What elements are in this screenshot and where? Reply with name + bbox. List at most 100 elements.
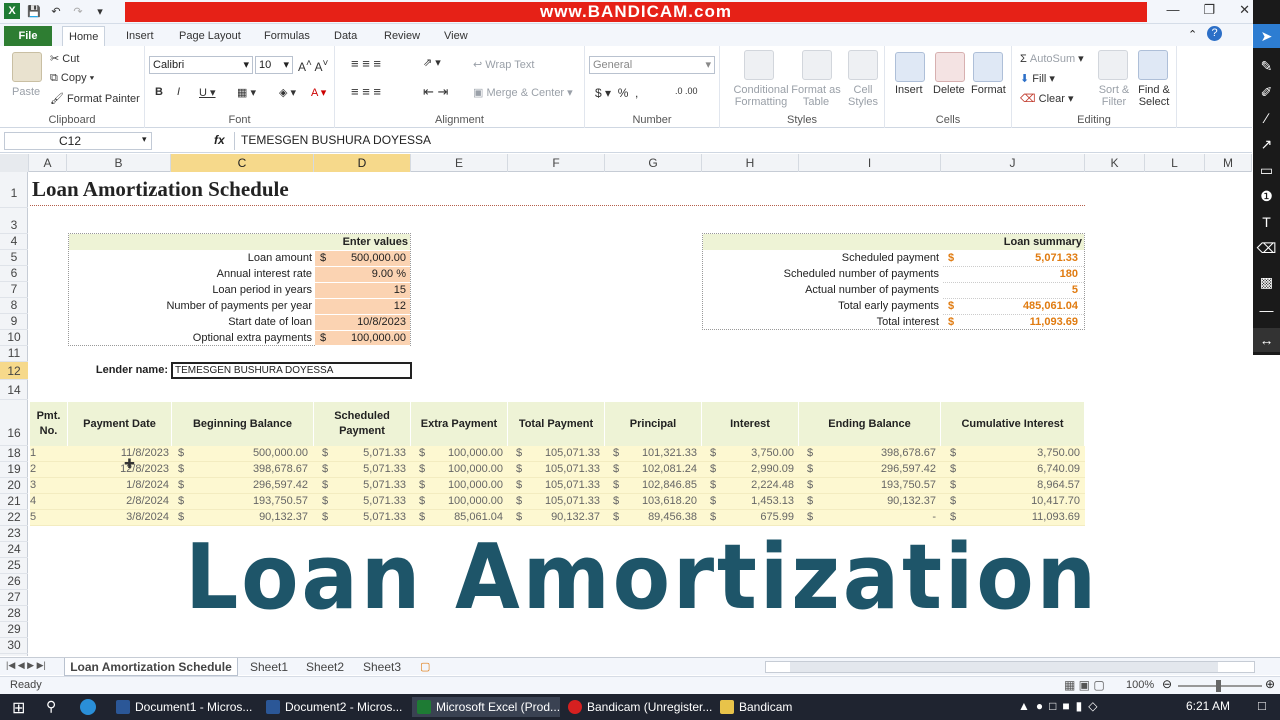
tab-data[interactable]: Data: [328, 26, 363, 46]
borders-icon[interactable]: ▦ ▾: [237, 86, 256, 99]
row-header[interactable]: 28: [0, 606, 28, 622]
row-header[interactable]: 21: [0, 494, 28, 510]
expand-toolbar-icon[interactable]: ↔: [1253, 328, 1280, 352]
row-header[interactable]: 30: [0, 638, 28, 654]
column-header-a[interactable]: A: [29, 154, 67, 172]
wrap-text-button[interactable]: ↩ Wrap Text: [473, 58, 534, 71]
taskbar-item-bandicam[interactable]: Bandicam (Unregister...: [568, 697, 712, 717]
conditional-formatting-button[interactable]: Conditional Formatting: [726, 84, 796, 108]
format-cells-icon[interactable]: [973, 52, 1003, 82]
lender-name-cell[interactable]: TEMESGEN BUSHURA DOYESSA: [171, 362, 412, 379]
column-header-i[interactable]: I: [799, 154, 941, 172]
column-header-d[interactable]: D: [314, 154, 411, 172]
column-header-g[interactable]: G: [605, 154, 702, 172]
row-header[interactable]: 12: [0, 362, 28, 380]
merge-center-button[interactable]: ▣ Merge & Center ▾: [473, 86, 573, 99]
left-align-icon[interactable]: ≡ ≡ ≡: [351, 84, 381, 99]
marker-tool-icon[interactable]: ✐: [1253, 80, 1280, 104]
find-select-button[interactable]: Find & Select: [1134, 84, 1174, 108]
format-button[interactable]: Format: [971, 84, 1006, 96]
select-all-corner[interactable]: [0, 154, 29, 172]
fill-button[interactable]: ⬇ Fill ▾: [1020, 72, 1055, 85]
row-header[interactable]: 23: [0, 526, 28, 542]
row-header[interactable]: 9: [0, 314, 28, 330]
notification-icon[interactable]: □: [1258, 698, 1266, 713]
row-header[interactable]: 26: [0, 574, 28, 590]
zoom-slider-thumb[interactable]: [1216, 680, 1221, 692]
italic-icon[interactable]: I: [177, 86, 180, 98]
row-header[interactable]: 8: [0, 298, 28, 314]
paste-button[interactable]: Paste: [12, 86, 40, 98]
customize-qat-icon[interactable]: ▾: [92, 3, 108, 19]
sheet-tab[interactable]: Sheet1: [250, 658, 288, 676]
format-table-icon[interactable]: [802, 50, 832, 80]
number-format-select[interactable]: General ▾: [589, 56, 715, 74]
currency-icon[interactable]: $ ▾ % ,: [595, 86, 638, 100]
binoculars-icon[interactable]: [1138, 50, 1168, 80]
tab-formulas[interactable]: Formulas: [258, 26, 316, 46]
delete-button[interactable]: Delete: [933, 84, 965, 96]
copy-button[interactable]: ⧉ Copy ▾: [50, 72, 94, 85]
sheet-tab[interactable]: Sheet3: [363, 658, 401, 676]
system-tray-icons[interactable]: ▲●□■▮◇: [1018, 699, 1103, 713]
row-header[interactable]: 7: [0, 282, 28, 298]
sort-filter-icon[interactable]: [1098, 50, 1128, 80]
save-icon[interactable]: 💾: [26, 3, 42, 19]
restore-icon[interactable]: ❐: [1203, 2, 1215, 18]
pencil-tool-icon[interactable]: ✎: [1253, 54, 1280, 78]
color-picker-icon[interactable]: ▩: [1253, 270, 1280, 294]
table-row[interactable]: 1 11/8/2023 $500,000.00 $5,071.33 $100,000.0…: [30, 446, 1085, 462]
column-header-k[interactable]: K: [1085, 154, 1145, 172]
tab-page-layout[interactable]: Page Layout: [173, 26, 247, 46]
sheet-tab-active[interactable]: Loan Amortization Schedule: [64, 658, 238, 676]
line-tool-icon[interactable]: ∕: [1253, 106, 1280, 130]
sort-filter-button[interactable]: Sort & Filter: [1094, 84, 1134, 108]
windows-start-icon[interactable]: ⊞: [12, 698, 25, 718]
sheet-nav-icon[interactable]: |◀ ◀ ▶ ▶|: [6, 660, 46, 671]
font-color-icon[interactable]: A ▾: [311, 86, 326, 99]
horizontal-scroll-thumb[interactable]: [790, 662, 1218, 672]
autosum-button[interactable]: Σ AutoSum ▾: [1020, 52, 1084, 65]
taskbar-item-document1[interactable]: Document1 - Micros...: [116, 697, 252, 717]
row-header[interactable]: 1: [0, 178, 28, 208]
row-header[interactable]: 19: [0, 462, 28, 478]
table-row[interactable]: 2 12/8/2023 $398,678.67 $5,071.33 $100,000.0…: [30, 462, 1085, 478]
row-header[interactable]: 14: [0, 380, 28, 400]
format-table-button[interactable]: Format as Table: [790, 84, 842, 108]
column-header-l[interactable]: L: [1145, 154, 1205, 172]
row-header[interactable]: 25: [0, 558, 28, 574]
underline-icon[interactable]: U ▾: [199, 86, 216, 99]
new-sheet-icon[interactable]: ▢: [420, 660, 430, 673]
horizontal-scrollbar[interactable]: [765, 661, 1255, 673]
column-header-f[interactable]: F: [508, 154, 605, 172]
clear-button[interactable]: ⌫ Clear ▾: [1020, 92, 1074, 105]
redo-icon[interactable]: ↷: [70, 3, 86, 19]
column-header-h[interactable]: H: [702, 154, 799, 172]
column-header-e[interactable]: E: [411, 154, 508, 172]
line-width-icon[interactable]: —: [1253, 298, 1280, 322]
table-row[interactable]: 3 1/8/2024 $296,597.42 $5,071.33 $100,000.00…: [30, 478, 1085, 494]
row-header[interactable]: 10: [0, 330, 28, 346]
row-header[interactable]: 24: [0, 542, 28, 558]
help-icon[interactable]: ?: [1207, 26, 1222, 41]
tab-insert[interactable]: Insert: [120, 26, 160, 46]
taskbar-item-bandicam-folder[interactable]: Bandicam: [720, 697, 792, 717]
row-header[interactable]: 27: [0, 590, 28, 606]
insert-cells-icon[interactable]: [895, 52, 925, 82]
decimal-icon[interactable]: .0 .00: [675, 86, 698, 96]
search-icon[interactable]: ⚲: [46, 698, 56, 715]
name-box[interactable]: C12: [4, 132, 152, 150]
column-header-c[interactable]: C: [171, 154, 314, 172]
row-header[interactable]: 11: [0, 346, 28, 362]
insert-function-icon[interactable]: fx: [214, 133, 225, 147]
taskbar-item-document2[interactable]: Document2 - Micros...: [266, 697, 402, 717]
grow-font-icon[interactable]: A˄ A˅: [298, 58, 328, 74]
table-row[interactable]: 4 2/8/2024 $193,750.57 $5,071.33 $100,000.00…: [30, 494, 1085, 510]
insert-button[interactable]: Insert: [895, 84, 923, 96]
font-name-select[interactable]: Calibri ▾: [149, 56, 253, 74]
tab-file[interactable]: File: [4, 26, 52, 46]
orientation-icon[interactable]: ⇗ ▾: [423, 56, 441, 69]
row-header[interactable]: 5: [0, 250, 28, 266]
sheet-tab[interactable]: Sheet2: [306, 658, 344, 676]
tab-view[interactable]: View: [438, 26, 474, 46]
